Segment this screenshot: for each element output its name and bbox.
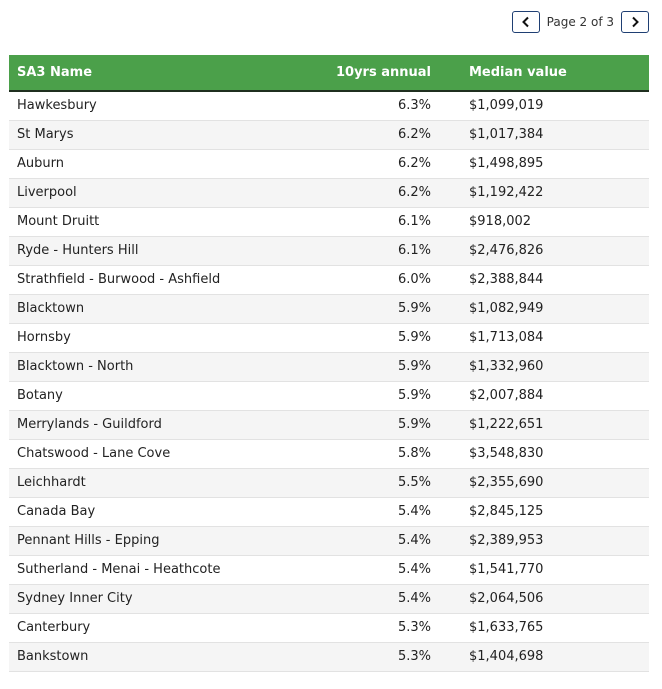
cell-median-value: $2,007,884 [439, 381, 649, 411]
cell-10yrs-annual: 5.9% [269, 381, 439, 411]
chevron-left-icon [521, 16, 529, 28]
chevron-right-icon [632, 16, 639, 28]
table-row: Sydney Inner City 5.4% $2,064,506 [9, 584, 649, 614]
header-10yrs-annual[interactable]: 10yrs annual [269, 55, 439, 92]
cell-sa3-name: Blacktown [9, 294, 269, 324]
cell-median-value: $2,388,844 [439, 265, 649, 295]
cell-sa3-name: Hawkesbury [9, 91, 269, 121]
cell-median-value: $1,082,949 [439, 294, 649, 324]
cell-median-value: $1,404,698 [439, 642, 649, 672]
cell-10yrs-annual: 6.1% [269, 207, 439, 237]
cell-sa3-name: Canada Bay [9, 497, 269, 527]
table-row: Blacktown 5.9% $1,082,949 [9, 294, 649, 324]
cell-10yrs-annual: 6.1% [269, 236, 439, 266]
cell-sa3-name: Strathfield - Burwood - Ashfield [9, 265, 269, 295]
cell-sa3-name: St Marys [9, 120, 269, 150]
table-row: Canterbury 5.3% $1,633,765 [9, 613, 649, 643]
cell-10yrs-annual: 6.3% [269, 91, 439, 121]
cell-10yrs-annual: 5.8% [269, 439, 439, 469]
cell-median-value: $1,017,384 [439, 120, 649, 150]
cell-median-value: $1,332,960 [439, 352, 649, 382]
cell-median-value: $1,713,084 [439, 323, 649, 353]
cell-sa3-name: Blacktown - North [9, 352, 269, 382]
table-row: Chatswood - Lane Cove 5.8% $3,548,830 [9, 439, 649, 469]
table-row: Blacktown - North 5.9% $1,332,960 [9, 352, 649, 382]
cell-10yrs-annual: 5.5% [269, 468, 439, 498]
table-row: Canada Bay 5.4% $2,845,125 [9, 497, 649, 527]
cell-10yrs-annual: 5.9% [269, 410, 439, 440]
header-median-value[interactable]: Median value [439, 55, 649, 92]
cell-sa3-name: Ryde - Hunters Hill [9, 236, 269, 266]
table-row: Sutherland - Menai - Heathcote 5.4% $1,541… [9, 555, 649, 585]
sa3-table: SA3 Name 10yrs annual Median value Hawke… [9, 55, 649, 672]
cell-sa3-name: Leichhardt [9, 468, 269, 498]
cell-median-value: $918,002 [439, 207, 649, 237]
cell-sa3-name: Bankstown [9, 642, 269, 672]
cell-sa3-name: Sutherland - Menai - Heathcote [9, 555, 269, 585]
cell-median-value: $2,355,690 [439, 468, 649, 498]
table-row: St Marys 6.2% $1,017,384 [9, 120, 649, 150]
cell-sa3-name: Hornsby [9, 323, 269, 353]
cell-sa3-name: Sydney Inner City [9, 584, 269, 614]
cell-10yrs-annual: 6.0% [269, 265, 439, 295]
table-row: Auburn 6.2% $1,498,895 [9, 149, 649, 179]
cell-median-value: $1,498,895 [439, 149, 649, 179]
cell-10yrs-annual: 5.4% [269, 526, 439, 556]
cell-10yrs-annual: 5.9% [269, 352, 439, 382]
cell-sa3-name: Mount Druitt [9, 207, 269, 237]
cell-10yrs-annual: 5.4% [269, 497, 439, 527]
page-indicator: Page 2 of 3 [546, 15, 614, 29]
table-row: Leichhardt 5.5% $2,355,690 [9, 468, 649, 498]
cell-10yrs-annual: 6.2% [269, 178, 439, 208]
table-row: Hornsby 5.9% $1,713,084 [9, 323, 649, 353]
header-sa3-name[interactable]: SA3 Name [9, 55, 269, 92]
cell-median-value: $2,389,953 [439, 526, 649, 556]
table-row: Merrylands - Guildford 5.9% $1,222,651 [9, 410, 649, 440]
cell-sa3-name: Canterbury [9, 613, 269, 643]
cell-median-value: $1,192,422 [439, 178, 649, 208]
pagination: Page 2 of 3 [511, 11, 649, 33]
cell-10yrs-annual: 5.9% [269, 323, 439, 353]
cell-10yrs-annual: 5.3% [269, 613, 439, 643]
table-row: Mount Druitt 6.1% $918,002 [9, 207, 649, 237]
cell-10yrs-annual: 6.2% [269, 120, 439, 150]
cell-sa3-name: Auburn [9, 149, 269, 179]
cell-median-value: $1,099,019 [439, 91, 649, 121]
cell-median-value: $3,548,830 [439, 439, 649, 469]
cell-median-value: $2,476,826 [439, 236, 649, 266]
table-row: Strathfield - Burwood - Ashfield 6.0% $2,3… [9, 265, 649, 295]
cell-median-value: $1,633,765 [439, 613, 649, 643]
cell-sa3-name: Chatswood - Lane Cove [9, 439, 269, 469]
table-row: Pennant Hills - Epping 5.4% $2,389,953 [9, 526, 649, 556]
next-page-button[interactable] [621, 11, 649, 33]
table-row: Liverpool 6.2% $1,192,422 [9, 178, 649, 208]
table-header-row: SA3 Name 10yrs annual Median value [9, 55, 649, 92]
table-row: Ryde - Hunters Hill 6.1% $2,476,826 [9, 236, 649, 266]
cell-median-value: $2,064,506 [439, 584, 649, 614]
cell-10yrs-annual: 5.3% [269, 642, 439, 672]
cell-median-value: $2,845,125 [439, 497, 649, 527]
cell-10yrs-annual: 5.4% [269, 555, 439, 585]
cell-median-value: $1,222,651 [439, 410, 649, 440]
cell-median-value: $1,541,770 [439, 555, 649, 585]
cell-10yrs-annual: 6.2% [269, 149, 439, 179]
table-body: Hawkesbury 6.3% $1,099,019 St Marys 6.2% $1,0… [9, 91, 649, 672]
table-row: Botany 5.9% $2,007,884 [9, 381, 649, 411]
prev-page-button[interactable] [511, 11, 540, 33]
cell-sa3-name: Botany [9, 381, 269, 411]
table-row: Hawkesbury 6.3% $1,099,019 [9, 91, 649, 121]
cell-10yrs-annual: 5.9% [269, 294, 439, 324]
cell-sa3-name: Merrylands - Guildford [9, 410, 269, 440]
cell-sa3-name: Pennant Hills - Epping [9, 526, 269, 556]
cell-10yrs-annual: 5.4% [269, 584, 439, 614]
cell-sa3-name: Liverpool [9, 178, 269, 208]
table-row: Bankstown 5.3% $1,404,698 [9, 642, 649, 672]
